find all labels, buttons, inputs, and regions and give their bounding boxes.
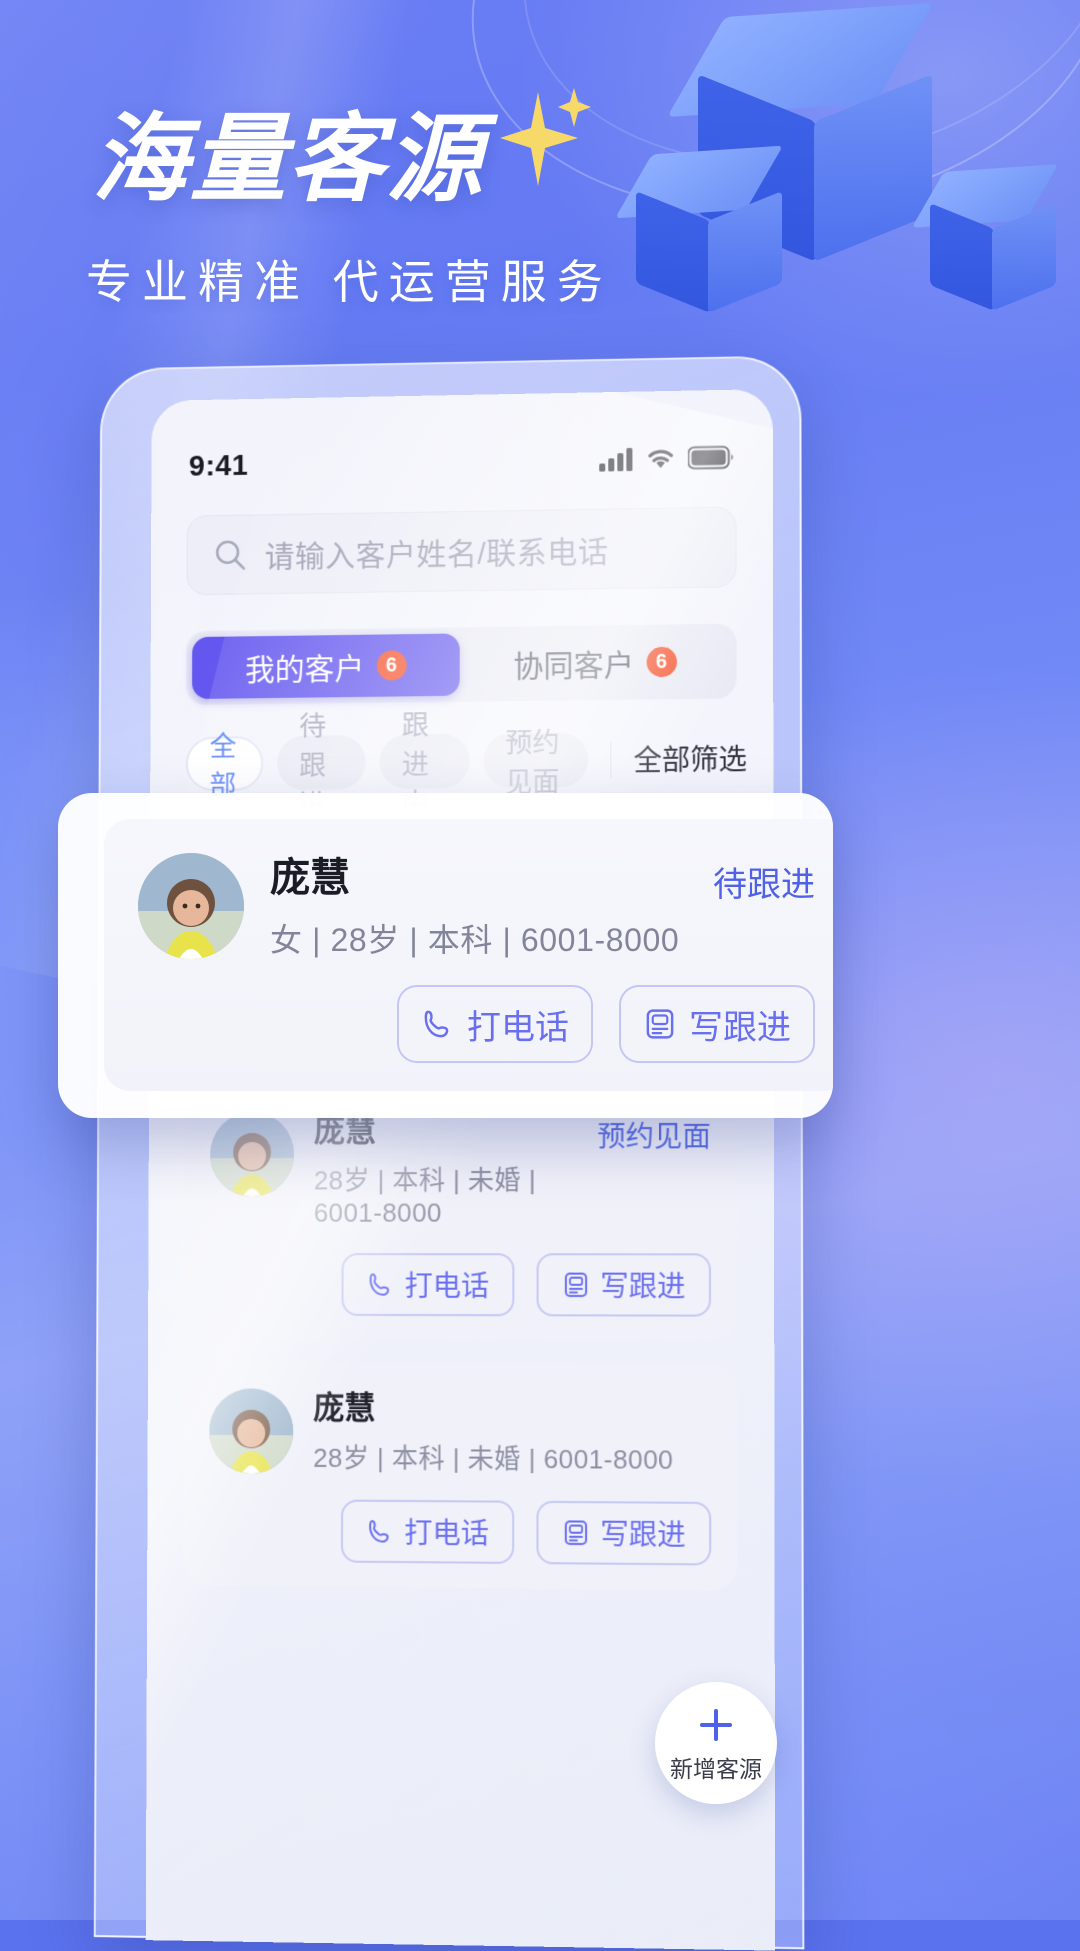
write-followup-button-label: 写跟进: [600, 1513, 685, 1555]
write-followup-button-label: 写跟进: [600, 1265, 685, 1306]
status-bar: 9:41: [151, 433, 773, 490]
avatar: [138, 853, 244, 959]
avatar: [209, 1389, 293, 1474]
call-button[interactable]: 打电话: [341, 1253, 514, 1316]
page-subtitle: 专业精准 代运营服务: [86, 246, 613, 312]
search-placeholder-text: 请输入客户姓名/联系电话: [265, 527, 609, 576]
customer-name: 庞慧: [314, 1113, 577, 1148]
tab-my-customers[interactable]: 我的客户 6: [192, 633, 460, 699]
write-followup-button[interactable]: 写跟进: [537, 1253, 711, 1316]
search-icon: [213, 538, 247, 572]
tab-my-customers-label: 我的客户: [245, 644, 364, 690]
decorative-cube-tiny: [930, 168, 1080, 318]
write-followup-button[interactable]: 写跟进: [619, 985, 815, 1063]
list-item[interactable]: 庞慧 28岁 | 本科 | 未婚 | 6001-8000 打电话: [183, 1362, 738, 1590]
filter-chip-all[interactable]: 全部: [186, 736, 264, 791]
search-input[interactable]: 请输入客户姓名/联系电话: [186, 507, 736, 596]
filter-chip-pending[interactable]: 待跟进: [277, 735, 366, 790]
battery-icon: [688, 445, 735, 470]
tab-my-customers-badge: 6: [376, 650, 406, 680]
customer-tabs: 我的客户 6 协同客户 6: [186, 624, 737, 705]
note-icon: [562, 1519, 590, 1548]
decorative-cube-small: [636, 150, 826, 320]
customer-name: 庞慧: [313, 1391, 691, 1427]
status-time: 9:41: [189, 449, 248, 483]
phone-icon: [366, 1517, 394, 1546]
write-followup-button-label: 写跟进: [689, 1000, 791, 1049]
sparkle-icon: [492, 82, 592, 192]
call-button[interactable]: 打电话: [341, 1500, 514, 1564]
list-item[interactable]: 庞慧 28岁 | 本科 | 未婚 | 6001-8000 预约见面 打电话: [184, 1084, 738, 1341]
add-customer-fab[interactable]: 新增客源: [655, 1682, 777, 1804]
call-button[interactable]: 打电话: [397, 985, 593, 1063]
phone-icon: [367, 1271, 395, 1299]
wifi-icon: [645, 446, 677, 471]
note-icon: [643, 1007, 677, 1041]
customer-meta: 女 | 28岁 | 本科 | 6001-8000: [270, 915, 687, 961]
avatar: [210, 1112, 294, 1197]
tab-shared-customers[interactable]: 协同客户 6: [460, 630, 731, 696]
note-icon: [562, 1271, 590, 1300]
filter-divider: [610, 741, 611, 777]
filter-chip-appointment[interactable]: 预约见面: [483, 732, 588, 788]
status-badge: 待跟进: [713, 853, 815, 906]
add-customer-fab-label: 新增客源: [670, 1750, 762, 1784]
phone-icon: [421, 1007, 455, 1041]
page-title: 海量客源: [92, 112, 484, 208]
featured-card-body: 庞慧 女 | 28岁 | 本科 | 6001-8000 待跟进 打电话 写跟进: [104, 819, 833, 1091]
cellular-signal-icon: [599, 447, 633, 472]
phone-mockup: 9:41: [97, 362, 799, 1922]
call-button-label: 打电话: [467, 1000, 569, 1049]
plus-icon: [693, 1702, 739, 1748]
write-followup-button[interactable]: 写跟进: [536, 1501, 711, 1566]
tab-shared-customers-label: 协同客户: [513, 640, 634, 686]
filter-bar: 全部 待跟进 跟进中 预约见面 全部筛选: [186, 729, 747, 793]
customer-name: 庞慧: [270, 857, 687, 899]
filter-chip-following[interactable]: 跟进中: [380, 734, 469, 789]
featured-customer-card[interactable]: 庞慧 女 | 28岁 | 本科 | 6001-8000 待跟进 打电话 写跟进: [58, 793, 833, 1118]
call-button-label: 打电话: [405, 1264, 490, 1305]
tab-shared-customers-badge: 6: [646, 647, 676, 678]
call-button-label: 打电话: [404, 1511, 489, 1552]
all-filters-button[interactable]: 全部筛选: [634, 738, 747, 780]
customer-meta: 28岁 | 本科 | 未婚 | 6001-8000: [314, 1160, 577, 1229]
customer-meta: 28岁 | 本科 | 未婚 | 6001-8000: [313, 1438, 691, 1478]
